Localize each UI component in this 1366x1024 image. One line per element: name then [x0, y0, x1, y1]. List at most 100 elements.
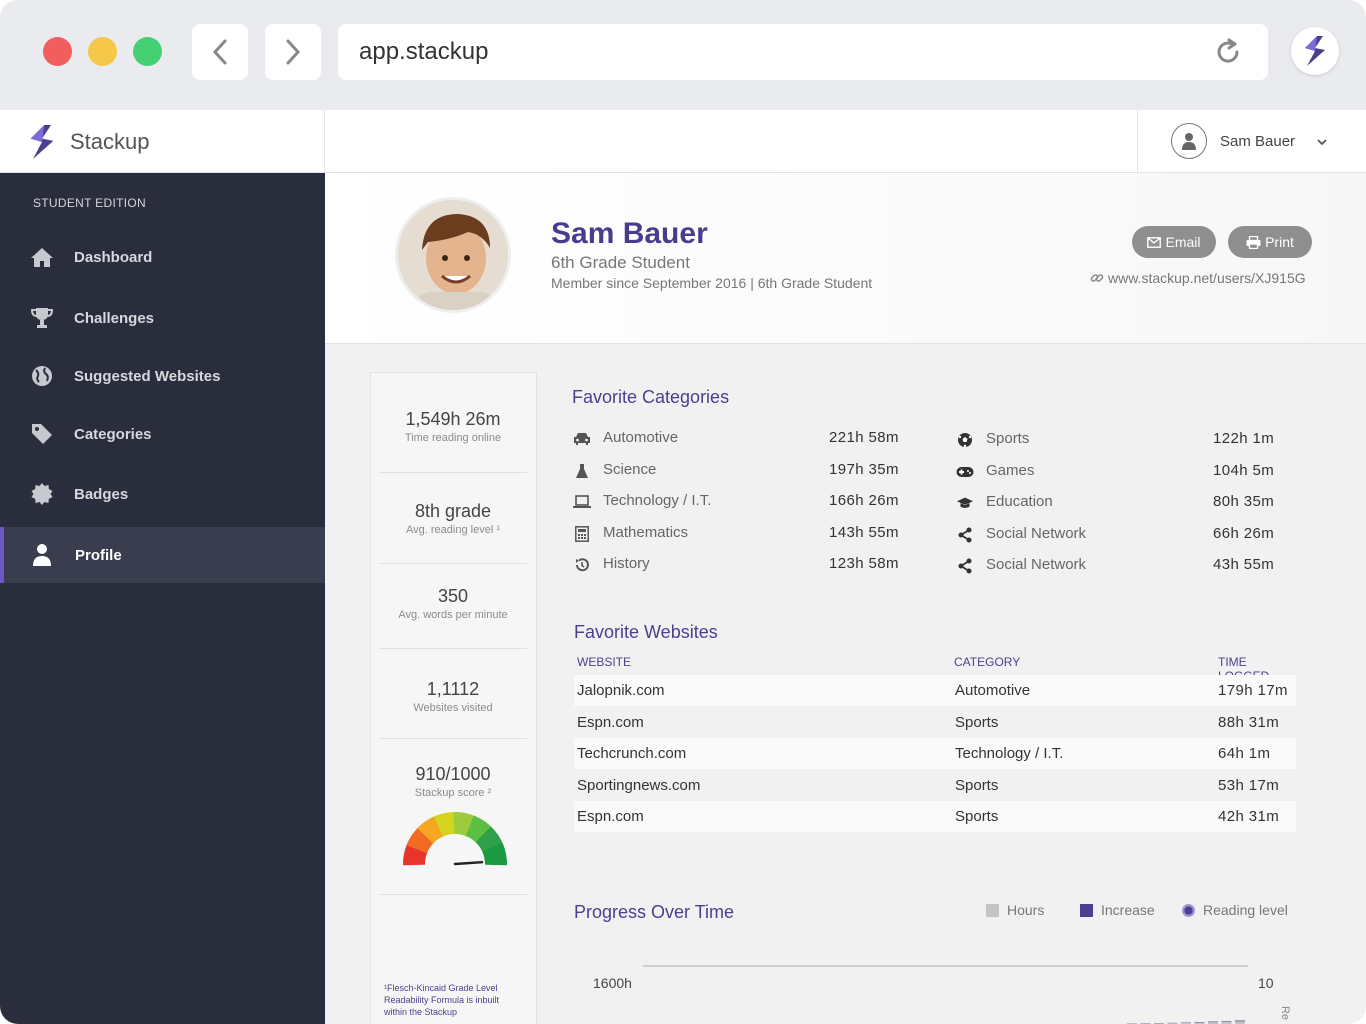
legend-label: Reading level: [1203, 902, 1288, 918]
category-time: 123h 58m: [829, 555, 899, 572]
reload-icon[interactable]: [1212, 36, 1244, 73]
stat-value: 350: [437, 586, 469, 606]
sidebar-item-suggested-websites[interactable]: Suggested Websites: [0, 348, 325, 404]
category-row[interactable]: Science 197h 35m: [573, 460, 919, 482]
website-category: Sports: [955, 776, 999, 794]
history-icon: [573, 556, 591, 574]
profile-photo: [395, 197, 511, 313]
sidebar-item-dashboard[interactable]: Dashboard: [0, 229, 325, 285]
category-name: Mathematics: [603, 523, 689, 541]
table-row[interactable]: Sportingnews.com Sports 53h 17m: [574, 770, 1296, 801]
forward-button[interactable]: [265, 24, 321, 80]
category-row[interactable]: Automotive 221h 58m: [573, 428, 919, 450]
category-time: 221h 58m: [829, 429, 899, 446]
user-menu[interactable]: Sam Bauer: [1137, 110, 1366, 173]
chevron-right-icon: [286, 39, 301, 65]
website-name: Techcrunch.com: [577, 745, 687, 762]
footnote: ¹Flesch-Kincaid Grade Level Readability …: [384, 983, 500, 1017]
category-row[interactable]: Games 104h 5m: [956, 461, 1303, 483]
divider: [379, 738, 527, 739]
category-name: Technology / I.T.: [603, 492, 712, 509]
stat-value: 910/1000: [415, 764, 491, 784]
bar-increase: [1208, 1021, 1218, 1023]
browser-window: app.stackup Stackup Sam Bauer STUDENT ED…: [0, 0, 1366, 1024]
category-time: 197h 35m: [829, 460, 899, 478]
website-time: 179h 17m: [1218, 682, 1288, 699]
category-row[interactable]: History 123h 58m: [573, 554, 919, 576]
category-row[interactable]: Technology / I.T. 166h 26m: [573, 491, 919, 513]
globe-icon: [30, 364, 54, 388]
category-name: Science: [603, 460, 657, 478]
divider: [379, 894, 527, 895]
legend-reading-level: Reading level: [1182, 902, 1288, 918]
category-row[interactable]: Mathematics 143h 55m: [573, 523, 919, 545]
stat-value: 8th grade: [414, 501, 492, 521]
sidebar-item-badges[interactable]: Badges: [0, 466, 325, 522]
email-label: Email: [1165, 234, 1201, 250]
email-button[interactable]: Email: [1132, 226, 1216, 258]
home-icon: [30, 245, 54, 269]
printer-icon: [1246, 235, 1261, 249]
address-bar[interactable]: app.stackup: [338, 24, 1268, 80]
stackup-extension-button[interactable]: [1291, 27, 1339, 75]
stats-card: 1,549h 26m Time reading online 8th grade…: [370, 372, 537, 1024]
category-row[interactable]: Education 80h 35m: [956, 492, 1303, 514]
category-time: 166h 26m: [829, 492, 899, 509]
calculator-icon: [573, 525, 591, 543]
category-time: 143h 55m: [829, 523, 899, 541]
app: Stackup Sam Bauer STUDENT EDITION Dashbo…: [0, 110, 1366, 1024]
profile-link[interactable]: www.stackup.net/users/XJ915G: [1090, 270, 1306, 286]
category-row[interactable]: Sports 122h 1m: [956, 429, 1303, 451]
sidebar-item-profile[interactable]: Profile: [0, 527, 325, 583]
soccer-ball-icon: [956, 431, 974, 449]
category-row[interactable]: Social Network 43h 55m: [956, 555, 1303, 577]
legend-swatch: [986, 903, 999, 917]
chevron-left-icon: [212, 39, 227, 65]
website-name: Espn.com: [577, 713, 644, 731]
stat-reading-level: 8th grade Avg. reading level ¹: [379, 501, 527, 536]
print-button[interactable]: Print: [1228, 226, 1312, 258]
top-bar: Sam Bauer: [325, 110, 1366, 173]
sidebar-item-label: Dashboard: [74, 248, 153, 266]
category-time: 80h 35m: [1213, 493, 1275, 510]
brand-header[interactable]: Stackup: [0, 110, 325, 173]
sidebar-item-label: Challenges: [74, 309, 155, 327]
bar-increase: [1235, 1020, 1245, 1022]
stat-label: Avg. words per minute: [398, 609, 508, 621]
table-row[interactable]: Techcrunch.com Technology / I.T. 64h 1m: [574, 738, 1296, 769]
legend-increase: Increase: [1080, 902, 1155, 918]
table-row[interactable]: Espn.com Sports 42h 31m: [574, 801, 1296, 832]
profile-name: Sam Bauer: [551, 217, 708, 250]
category-row[interactable]: Social Network 66h 26m: [956, 524, 1303, 546]
divider: [379, 472, 527, 473]
gamepad-icon: [956, 463, 974, 481]
maximize-window-button[interactable]: [133, 37, 162, 66]
divider: [379, 648, 527, 649]
browser-chrome: app.stackup: [0, 0, 1366, 110]
legend-hours: Hours: [986, 902, 1044, 918]
sidebar-item-challenges[interactable]: Challenges: [0, 290, 325, 346]
profile-grade: 6th Grade Student: [551, 253, 690, 272]
back-button[interactable]: [192, 24, 248, 80]
user-avatar-icon: [1171, 123, 1207, 159]
profile-header: Sam Bauer 6th Grade Student Member since…: [325, 173, 1366, 344]
sidebar-item-label: Suggested Websites: [74, 367, 221, 385]
table-row[interactable]: Espn.com Sports 88h 31m: [574, 707, 1296, 738]
stat-words-per-minute: 350 Avg. words per minute: [379, 586, 527, 621]
progress-title: Progress Over Time: [574, 902, 735, 922]
sidebar-item-categories[interactable]: Categories: [0, 406, 325, 462]
stat-label: Websites visited: [413, 702, 493, 714]
legend-swatch: [1182, 903, 1195, 917]
print-label: Print: [1265, 234, 1294, 250]
category-name: Education: [986, 493, 1053, 510]
minimize-window-button[interactable]: [88, 37, 117, 66]
website-time: 53h 17m: [1218, 776, 1280, 794]
score-gauge: [403, 812, 507, 866]
website-category: Automotive: [955, 682, 1031, 699]
close-window-button[interactable]: [43, 37, 72, 66]
main-content: Sam Bauer 6th Grade Student Member since…: [325, 173, 1366, 1024]
chevron-down-icon[interactable]: [1316, 134, 1328, 152]
table-row[interactable]: Jalopnik.com Automotive 179h 17m: [574, 675, 1296, 706]
stackup-logo-icon: [1305, 36, 1325, 66]
stat-label: Stackup score ²: [414, 787, 492, 799]
